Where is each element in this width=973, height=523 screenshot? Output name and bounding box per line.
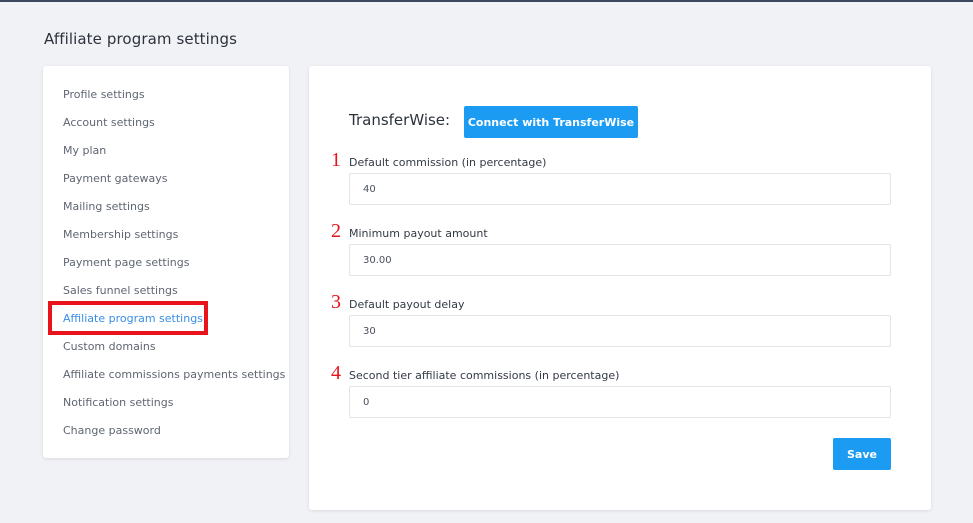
sidebar-item-profile-settings[interactable]: Profile settings [63,88,145,101]
sidebar-item-mailing-settings[interactable]: Mailing settings [63,200,150,213]
minimum-payout-amount-input[interactable] [349,244,891,276]
minimum-payout-amount-label: Minimum payout amount [349,227,488,240]
default-payout-delay-input[interactable] [349,315,891,347]
sidebar-item-payment-page-settings[interactable]: Payment page settings [63,256,190,269]
annotation-number-4: 4 [331,362,341,384]
top-border [0,0,973,2]
sidebar-item-my-plan[interactable]: My plan [63,144,106,157]
sidebar-item-custom-domains[interactable]: Custom domains [63,340,156,353]
sidebar-item-account-settings[interactable]: Account settings [63,116,155,129]
settings-sidebar: Profile settings Account settings My pla… [43,66,289,458]
save-button[interactable]: Save [833,438,891,470]
sidebar-item-payment-gateways[interactable]: Payment gateways [63,172,167,185]
sidebar-item-affiliate-commissions-payments-settings[interactable]: Affiliate commissions payments settings [63,368,285,381]
annotation-highlight-box [48,301,208,335]
affiliate-settings-card: TransferWise: Connect with TransferWise … [309,66,931,510]
sidebar-item-membership-settings[interactable]: Membership settings [63,228,178,241]
annotation-number-1: 1 [331,149,341,171]
sidebar-item-change-password[interactable]: Change password [63,424,161,437]
second-tier-commissions-input[interactable] [349,386,891,418]
page-title: Affiliate program settings [44,30,238,48]
sidebar-item-sales-funnel-settings[interactable]: Sales funnel settings [63,284,178,297]
default-commission-input[interactable] [349,173,891,205]
annotation-number-3: 3 [331,291,341,313]
sidebar-item-notification-settings[interactable]: Notification settings [63,396,173,409]
default-commission-label: Default commission (in percentage) [349,156,547,169]
annotation-number-2: 2 [331,220,341,242]
default-payout-delay-label: Default payout delay [349,298,465,311]
connect-transferwise-button[interactable]: Connect with TransferWise [464,106,638,138]
transferwise-label: TransferWise: [349,111,451,129]
second-tier-commissions-label: Second tier affiliate commissions (in pe… [349,369,620,382]
